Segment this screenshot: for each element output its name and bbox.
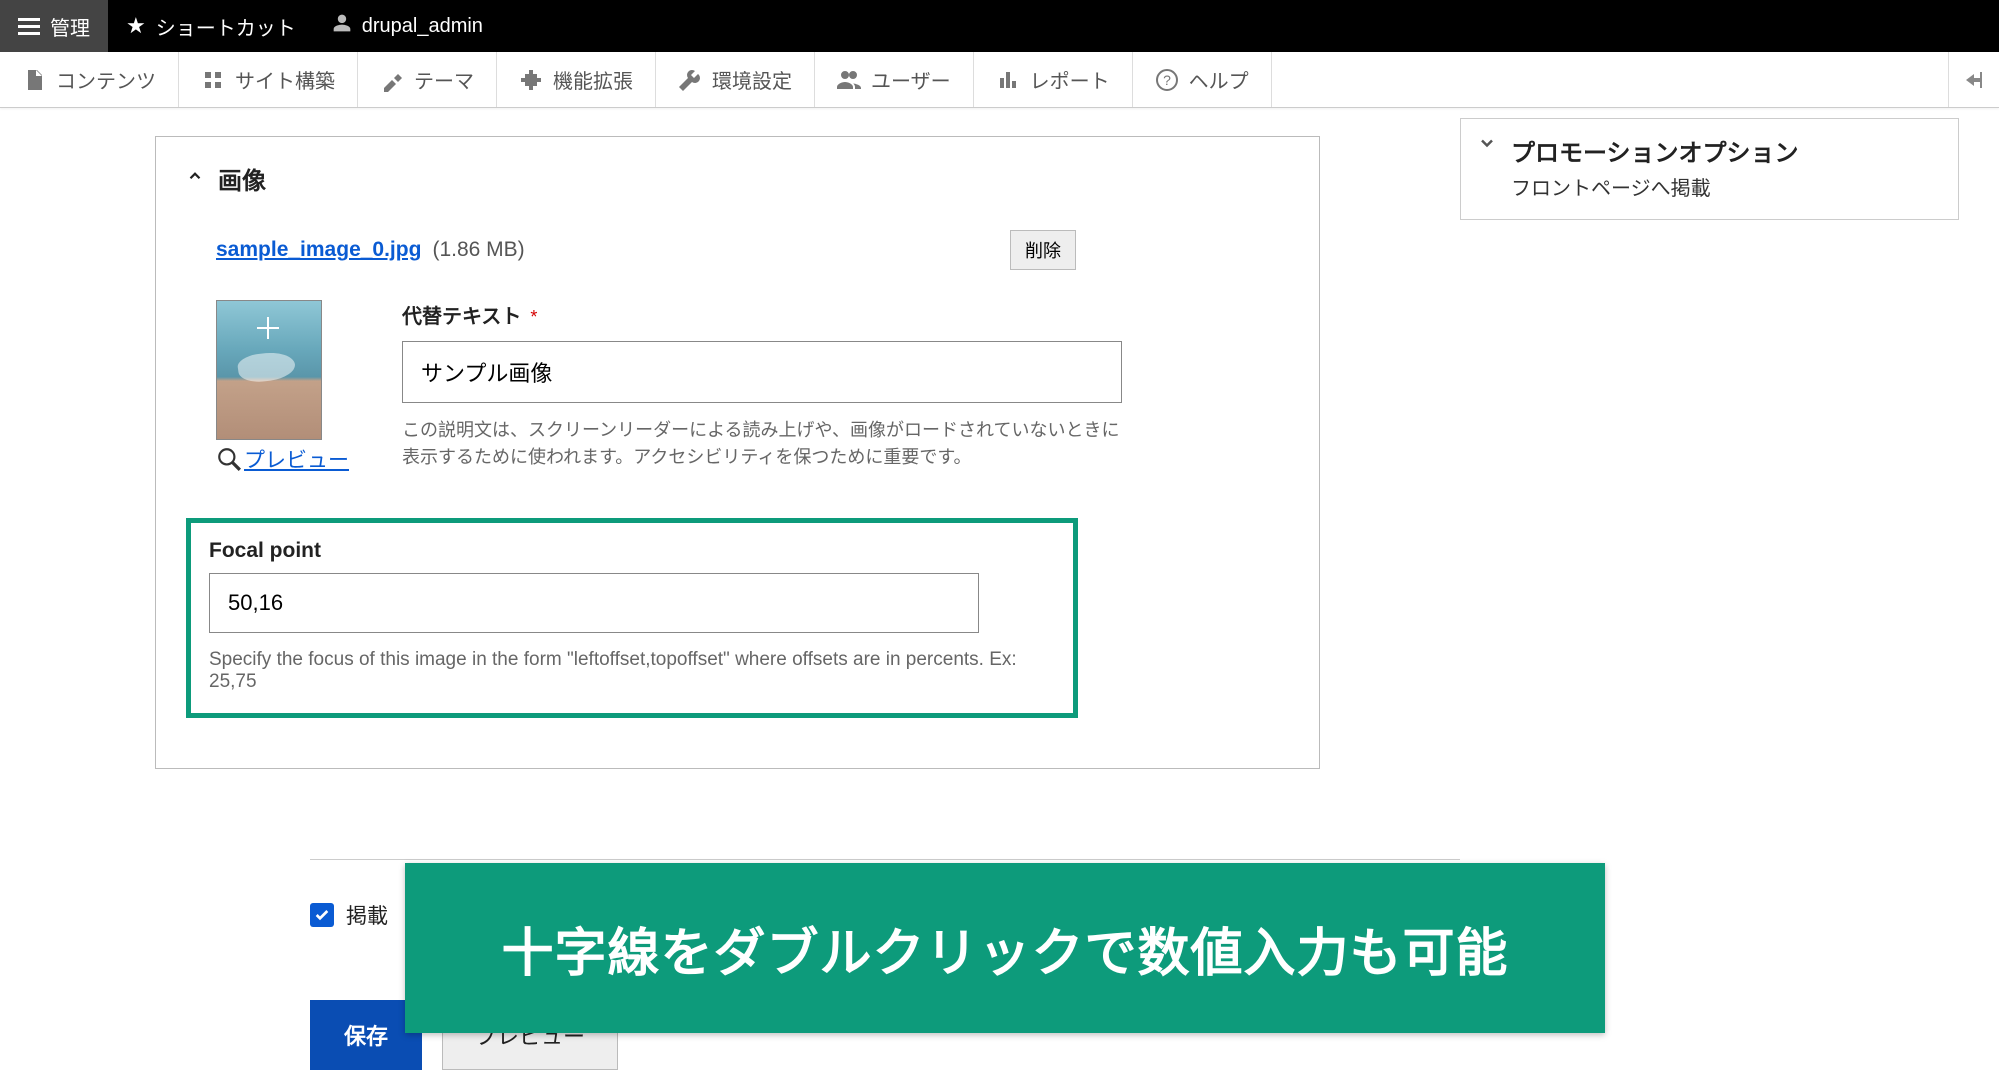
toolbar-manage-label: 管理 [50, 12, 90, 41]
nav-structure[interactable]: サイト構築 [179, 52, 358, 107]
focal-point-help: Specify the focus of this image in the f… [209, 649, 1055, 693]
remove-button[interactable]: 削除 [1010, 230, 1076, 270]
focal-point-input[interactable] [209, 573, 979, 633]
panel-title: 画像 [218, 161, 266, 196]
nav-extend[interactable]: 機能拡張 [497, 52, 656, 107]
help-icon: ? [1155, 68, 1179, 92]
nav-collapse-button[interactable] [1949, 52, 1999, 107]
focal-point-section: Focal point Specify the focus of this im… [186, 518, 1078, 718]
toolbar-user-label: drupal_admin [362, 15, 483, 38]
chevron-down-icon [1477, 133, 1497, 158]
alt-text-help: この説明文は、スクリーンリーダーによる読み上げや、画像がロードされていないときに… [402, 417, 1122, 471]
page-icon [22, 68, 46, 92]
required-marker: * [530, 307, 537, 327]
file-size: (1.86 MB) [432, 238, 524, 261]
nav-content-label: コンテンツ [56, 65, 156, 94]
structure-icon [201, 68, 225, 92]
people-icon [837, 68, 861, 92]
wrench-icon [678, 68, 702, 92]
nav-spacer [1272, 52, 1949, 107]
alt-text-input[interactable] [402, 341, 1122, 403]
toolbar-shortcuts[interactable]: ★ ショートカット [108, 0, 314, 52]
magnifier-icon [216, 446, 242, 472]
star-icon: ★ [126, 13, 146, 39]
chart-icon [996, 68, 1020, 92]
nav-help[interactable]: ? ヘルプ [1133, 52, 1272, 107]
person-icon [332, 13, 352, 39]
published-label: 掲載 [346, 900, 388, 930]
svg-text:?: ? [1163, 72, 1171, 88]
toolbar-shortcuts-label: ショートカット [156, 12, 296, 41]
nav-help-label: ヘルプ [1189, 65, 1249, 94]
nav-appearance[interactable]: テーマ [358, 52, 497, 107]
image-thumbnail[interactable] [216, 300, 322, 440]
sidebar-promotion-options[interactable]: プロモーションオプション フロントページへ掲載 [1460, 118, 1959, 220]
chevron-up-icon [186, 167, 204, 190]
focal-point-crosshair[interactable] [257, 317, 279, 339]
published-checkbox[interactable] [310, 903, 334, 927]
brush-icon [380, 68, 404, 92]
file-link[interactable]: sample_image_0.jpg [216, 238, 421, 261]
preview-link[interactable]: プレビュー [244, 444, 349, 474]
divider [310, 859, 1460, 860]
sidebar-item-subtitle: フロントページへ掲載 [1511, 172, 1938, 201]
image-field-panel: 画像 sample_image_0.jpg (1.86 MB) 削除 [155, 136, 1320, 769]
annotation-overlay: 十字線をダブルクリックで数値入力も可能 [405, 863, 1605, 1033]
nav-structure-label: サイト構築 [235, 65, 335, 94]
toolbar-user[interactable]: drupal_admin [314, 0, 501, 52]
nav-extend-label: 機能拡張 [553, 65, 633, 94]
puzzle-icon [519, 68, 543, 92]
focal-point-label: Focal point [209, 539, 1055, 563]
alt-text-label: 代替テキスト [402, 306, 521, 328]
sidebar-item-title: プロモーションオプション [1511, 133, 1938, 168]
nav-reports-label: レポート [1030, 65, 1110, 94]
collapse-icon [1962, 68, 1986, 92]
nav-people[interactable]: ユーザー [815, 52, 974, 107]
toolbar-manage[interactable]: 管理 [0, 0, 108, 52]
hamburger-icon [18, 14, 40, 39]
nav-content[interactable]: コンテンツ [0, 52, 179, 107]
admin-menu: コンテンツ サイト構築 テーマ 機能拡張 環境設定 ユーザー レポート ? ヘル… [0, 52, 1999, 108]
nav-reports[interactable]: レポート [974, 52, 1133, 107]
nav-people-label: ユーザー [871, 65, 951, 94]
nav-config-label: 環境設定 [712, 65, 792, 94]
check-icon [314, 907, 330, 923]
nav-config[interactable]: 環境設定 [656, 52, 815, 107]
panel-toggle[interactable]: 画像 [186, 161, 1289, 196]
nav-appearance-label: テーマ [414, 65, 474, 94]
admin-toolbar: 管理 ★ ショートカット drupal_admin [0, 0, 1999, 52]
